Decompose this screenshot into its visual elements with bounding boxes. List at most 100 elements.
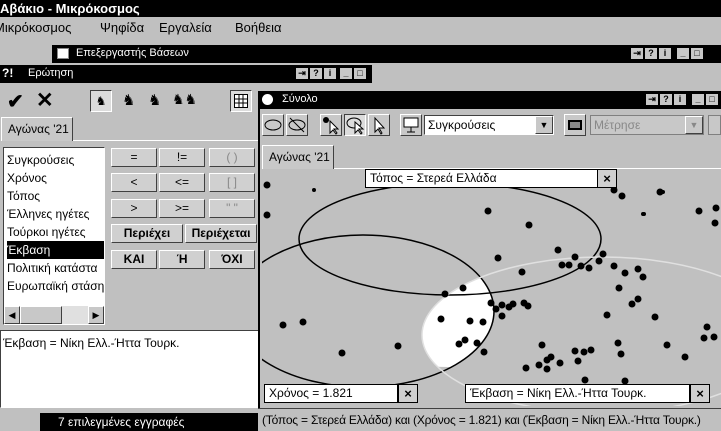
count-icon[interactable] bbox=[564, 114, 586, 136]
set-restore-button[interactable]: ⇥ bbox=[645, 93, 659, 106]
db-info-button[interactable]: i bbox=[658, 47, 672, 60]
venn-canvas[interactable] bbox=[262, 169, 721, 406]
field-item-ekvasi[interactable]: Έκβαση bbox=[7, 241, 104, 259]
set-label-xronos-close[interactable]: × bbox=[398, 384, 418, 403]
op-brackets-button[interactable]: [ ] bbox=[209, 173, 255, 192]
query-status-left bbox=[0, 413, 40, 431]
set-label-xronos-text: Χρόνος = 1.821 bbox=[269, 386, 353, 400]
set-minimize-button[interactable]: _ bbox=[691, 93, 705, 106]
set-window-title: Σύνολο bbox=[282, 93, 318, 105]
op-or-button[interactable]: Ή bbox=[159, 250, 205, 269]
db-editor-title: Επεξεργαστής Βάσεων bbox=[76, 47, 189, 59]
menu-psifida[interactable]: Ψηφίδα bbox=[100, 20, 144, 35]
query-status-bar: 7 επιλεγμένες εγγραφές bbox=[40, 413, 262, 431]
area-select-tool-icon[interactable] bbox=[344, 114, 366, 136]
field-item-tourkoi-igetes[interactable]: Τούρκοι ηγέτες bbox=[7, 223, 104, 241]
query-minimize-button-2[interactable]: _ bbox=[339, 67, 353, 80]
count-dropdown[interactable]: Μέτρησε ▼ bbox=[590, 115, 704, 135]
op-parentheses-button[interactable]: ( ) bbox=[209, 148, 255, 167]
op-contained-button[interactable]: Περιέχεται bbox=[185, 224, 257, 243]
op-contains-button[interactable]: Περιέχει bbox=[111, 224, 183, 243]
scroll-left-button[interactable]: ◀ bbox=[4, 306, 20, 324]
db-restore-button[interactable]: ⇥ bbox=[630, 47, 644, 60]
db-editor-icon bbox=[57, 48, 69, 59]
query-help-button-2[interactable]: ? bbox=[309, 67, 323, 80]
op-less-button[interactable]: < bbox=[111, 173, 157, 192]
remove-ellipse-tool-icon[interactable] bbox=[286, 114, 308, 136]
query-info-button-2[interactable]: i bbox=[323, 67, 337, 80]
query-maximize-button-2[interactable]: □ bbox=[353, 67, 367, 80]
menu-voitheia[interactable]: Βοήθεια bbox=[235, 20, 282, 35]
clear-query-icon[interactable]: ♞ bbox=[148, 91, 161, 109]
extra-field[interactable] bbox=[708, 115, 721, 135]
field-dropdown-value: Συγκρούσεις bbox=[428, 118, 496, 132]
set-label-ekvasi-close[interactable]: × bbox=[690, 384, 710, 403]
op-and-button[interactable]: ΚΑΙ bbox=[111, 250, 157, 269]
scroll-right-button[interactable]: ▶ bbox=[88, 306, 104, 324]
app-titlebar: Αβάκιο - Μικρόκοσμος bbox=[0, 0, 721, 17]
query-window-icon: ?! bbox=[2, 66, 14, 80]
chevron-down-icon[interactable]: ▼ bbox=[535, 116, 553, 134]
db-help-button[interactable]: ? bbox=[644, 47, 658, 60]
menu-ergaleia[interactable]: Εργαλεία bbox=[159, 20, 212, 35]
set-help-button[interactable]: ? bbox=[659, 93, 673, 106]
query-toolbar: ✔ ✕ ♞ ♞ ♞ ♞♞ bbox=[0, 85, 262, 117]
app-title: Αβάκιο - Μικρόκοσμος bbox=[0, 1, 140, 16]
set-window-icon bbox=[262, 94, 273, 105]
field-item-ellines-igetes[interactable]: Έλληνες ηγέτες bbox=[7, 205, 104, 223]
set-label-ekvasi[interactable]: Έκβαση = Νίκη Ελλ.-Ήττα Τουρκ. bbox=[465, 384, 690, 403]
field-item-politiki[interactable]: Πολιτική κατάστα bbox=[7, 259, 104, 277]
set-status-bar: (Τόπος = Στερεά Ελλάδα) και (Χρόνος = 1.… bbox=[258, 408, 721, 431]
set-label-xronos[interactable]: Χρόνος = 1.821 bbox=[264, 384, 398, 403]
ellipse-tool-icon[interactable] bbox=[262, 114, 284, 136]
add-query-icon[interactable]: ♞ bbox=[122, 91, 135, 109]
set-label-topos-close[interactable]: × bbox=[597, 169, 617, 188]
db-editor-titlebar: Επεξεργαστής Βάσεων ⇥ ? i _ □ bbox=[52, 45, 721, 63]
set-toolbar: Συγκρούσεις ▼ Μέτρησε ▼ bbox=[260, 111, 721, 139]
set-label-topos[interactable]: Τόπος = Στερεά Ελλάδα bbox=[365, 169, 598, 188]
set-label-ekvasi-text: Έκβαση = Νίκη Ελλ.-Ήττα Τουρκ. bbox=[470, 386, 647, 400]
op-not-equal-button[interactable]: != bbox=[159, 148, 205, 167]
set-label-topos-text: Τόπος = Στερεά Ελλάδα bbox=[370, 171, 497, 185]
table-grid-icon bbox=[234, 94, 248, 108]
pointer-tool-icon[interactable] bbox=[368, 114, 390, 136]
op-equal-button[interactable]: = bbox=[111, 148, 157, 167]
set-status-text: (Τόπος = Στερεά Ελλάδα) και (Χρόνος = 1.… bbox=[262, 413, 701, 427]
cross-icon[interactable]: ✕ bbox=[36, 88, 54, 113]
run-query-icon[interactable]: ♞ bbox=[90, 90, 112, 112]
field-item-sygkrouseis[interactable]: Συγκρούσεις bbox=[7, 151, 104, 169]
query-text: Έκβαση = Νίκη Ελλ.-Ήττα Τουρκ. bbox=[3, 336, 180, 350]
db-maximize-button[interactable]: □ bbox=[690, 47, 704, 60]
presentation-icon[interactable] bbox=[400, 114, 422, 136]
op-less-equal-button[interactable]: <= bbox=[159, 173, 205, 192]
field-list-hscrollbar[interactable]: ◀ ▶ bbox=[4, 306, 104, 324]
check-icon[interactable]: ✔ bbox=[7, 89, 24, 114]
query-restore-button-3[interactable]: ⇥ bbox=[295, 67, 309, 80]
op-greater-equal-button[interactable]: >= bbox=[159, 199, 205, 218]
field-item-evropaiki[interactable]: Ευρωπαϊκή στάση bbox=[7, 277, 104, 295]
set-tab[interactable]: Αγώνας '21 bbox=[262, 145, 334, 169]
query-status-text: 7 επιλεγμένες εγγραφές bbox=[58, 415, 185, 429]
op-quotes-button[interactable]: " " bbox=[209, 199, 255, 218]
set-tab-label: Αγώνας '21 bbox=[269, 150, 330, 164]
menu-mikrokosmos[interactable]: Μικρόκοσμος bbox=[0, 20, 71, 35]
point-select-tool-icon[interactable] bbox=[320, 114, 342, 136]
query-tab-label: Αγώνας '21 bbox=[8, 122, 69, 136]
query-window-title: Ερώτηση bbox=[28, 67, 74, 79]
query-tab-line bbox=[73, 140, 262, 141]
set-maximize-button[interactable]: □ bbox=[705, 93, 719, 106]
set-info-button[interactable]: i bbox=[673, 93, 687, 106]
set-titlebar: Σύνολο ⇥ ? i _ □ bbox=[258, 91, 721, 109]
op-greater-button[interactable]: > bbox=[111, 199, 157, 218]
field-item-xronos[interactable]: Χρόνος bbox=[7, 169, 104, 187]
field-item-topos[interactable]: Τόπος bbox=[7, 187, 104, 205]
field-dropdown[interactable]: Συγκρούσεις ▼ bbox=[424, 115, 554, 135]
query-text-area[interactable]: Έκβαση = Νίκη Ελλ.-Ήττα Τουρκ. bbox=[0, 330, 262, 408]
count-chevron-down-icon[interactable]: ▼ bbox=[685, 116, 703, 134]
field-list[interactable]: Συγκρούσεις Χρόνος Τόπος Έλληνες ηγέτες … bbox=[3, 147, 105, 325]
db-minimize-button[interactable]: _ bbox=[676, 47, 690, 60]
scroll-thumb[interactable] bbox=[20, 306, 62, 324]
op-not-button[interactable]: ΌΧΙ bbox=[209, 250, 255, 269]
query-tab[interactable]: Αγώνας '21 bbox=[1, 117, 73, 141]
multi-query-icon[interactable]: ♞♞ bbox=[172, 91, 197, 108]
